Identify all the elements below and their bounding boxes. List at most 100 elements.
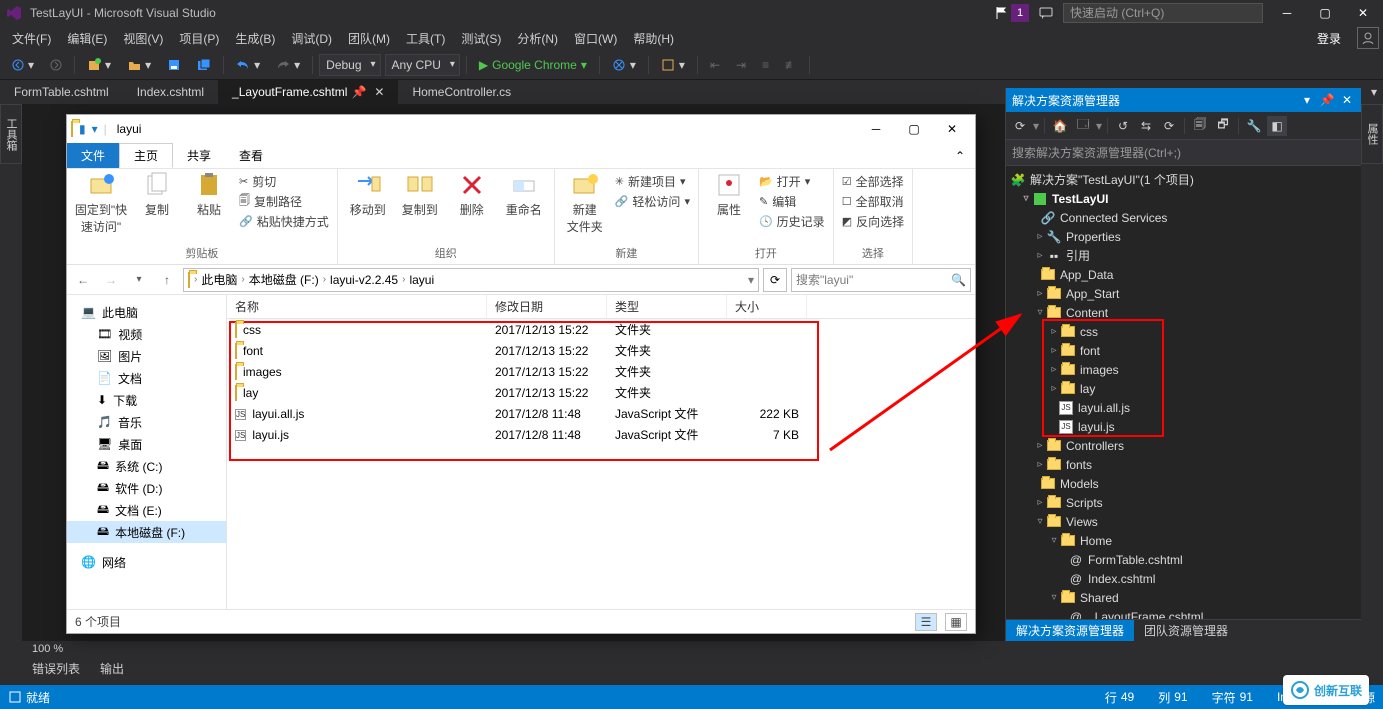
minimize-button[interactable]: ─ bbox=[1273, 3, 1301, 23]
menu-test[interactable]: 测试(S) bbox=[453, 28, 509, 49]
wrench-icon[interactable]: 🔧 bbox=[1244, 116, 1264, 136]
nav-network[interactable]: 🌐网络 bbox=[67, 551, 226, 573]
uncomment-button[interactable]: ≢ bbox=[779, 54, 803, 76]
menu-window[interactable]: 窗口(W) bbox=[566, 28, 625, 49]
menu-view[interactable]: 视图(V) bbox=[115, 28, 171, 49]
tool-icon-2[interactable]: ⇤ bbox=[704, 54, 726, 76]
show-all-icon[interactable]: ⟳ bbox=[1159, 116, 1179, 136]
tree-node[interactable]: ▹font bbox=[1006, 341, 1361, 360]
rename-button[interactable]: 重命名 bbox=[500, 171, 548, 218]
tree-node[interactable]: ▹Controllers bbox=[1006, 436, 1361, 455]
pane-dropdown-icon[interactable]: ▾ bbox=[1299, 92, 1315, 108]
pane-pin-icon[interactable]: 📌 bbox=[1319, 92, 1335, 108]
select-all-button[interactable]: ☑ 全部选择 bbox=[840, 171, 906, 191]
qat-icon[interactable]: ▮ bbox=[79, 122, 86, 136]
menu-team[interactable]: 团队(M) bbox=[340, 28, 398, 49]
ribbon-collapse-button[interactable]: ⌃ bbox=[945, 143, 975, 168]
solution-explorer-header[interactable]: 解决方案资源管理器 ▾ 📌 ✕ bbox=[1006, 88, 1361, 112]
maximize-button[interactable]: ▢ bbox=[1311, 3, 1339, 23]
ribbon-tab-home[interactable]: 主页 bbox=[119, 143, 173, 168]
tree-node[interactable]: JSlayui.js bbox=[1006, 417, 1361, 436]
thumbnails-view-button[interactable]: ▦ bbox=[945, 613, 967, 631]
col-name[interactable]: 名称 bbox=[227, 295, 487, 318]
undo-button[interactable]: ▾ bbox=[230, 54, 266, 76]
show-all-files-icon[interactable]: 🗐 bbox=[1190, 116, 1210, 136]
column-headers[interactable]: 名称 修改日期 类型 大小 bbox=[227, 295, 975, 319]
tree-node[interactable]: ▿Shared bbox=[1006, 588, 1361, 607]
tree-node[interactable]: ▹fonts bbox=[1006, 455, 1361, 474]
menu-file[interactable]: 文件(F) bbox=[4, 28, 59, 49]
pane-close-icon[interactable]: ✕ bbox=[1339, 92, 1355, 108]
file-row[interactable]: font2017/12/13 15:22文件夹 bbox=[227, 340, 975, 361]
home-icon[interactable]: ⟳ bbox=[1010, 116, 1030, 136]
chevron-down-icon[interactable]: ▾ bbox=[748, 273, 754, 287]
save-all-button[interactable] bbox=[191, 54, 217, 76]
nav-recent-button[interactable]: ▾ bbox=[127, 268, 151, 292]
ribbon-tab-view[interactable]: 查看 bbox=[225, 143, 277, 168]
new-project-button[interactable]: ▾ bbox=[81, 54, 117, 76]
tree-node-content[interactable]: ▿Content bbox=[1006, 303, 1361, 322]
comment-button[interactable]: ≡ bbox=[756, 54, 775, 76]
breadcrumb-bar[interactable]: ›此电脑 ›本地磁盘 (F:) ›layui-v2.2.45 ›layui ▾ bbox=[183, 268, 759, 292]
refresh-icon[interactable]: ↺ bbox=[1113, 116, 1133, 136]
nav-item[interactable]: 🖥桌面 bbox=[67, 433, 226, 455]
start-debug-button[interactable]: ▶ Google Chrome ▾ bbox=[473, 54, 593, 76]
sync-icon[interactable]: 🗔 bbox=[1073, 116, 1093, 136]
breadcrumb[interactable]: 本地磁盘 (F:) bbox=[249, 271, 319, 288]
nav-forward-button[interactable]: → bbox=[99, 268, 123, 292]
select-none-button[interactable]: ☐ 全部取消 bbox=[840, 191, 906, 211]
redo-button[interactable]: ▾ bbox=[270, 54, 306, 76]
sign-in-button[interactable]: 登录 bbox=[1307, 28, 1351, 49]
pin-to-quick-access-button[interactable]: 固定到"快 速访问" bbox=[73, 171, 129, 235]
explorer-search-input[interactable]: 搜索"layui"🔍 bbox=[791, 268, 971, 292]
toolbox-pane-tab[interactable]: 工具箱 bbox=[0, 104, 22, 164]
nav-item[interactable]: 📄文档 bbox=[67, 367, 226, 389]
solution-search-input[interactable]: 搜索解决方案资源管理器(Ctrl+;) bbox=[1006, 140, 1361, 166]
feedback-icon[interactable] bbox=[1039, 6, 1053, 20]
tree-node[interactable]: ▹▪▪引用 bbox=[1006, 246, 1361, 265]
browser-link-button[interactable]: ▾ bbox=[606, 54, 642, 76]
nav-item-selected[interactable]: 🖴本地磁盘 (F:) bbox=[67, 521, 226, 543]
explorer-nav-pane[interactable]: 💻此电脑 🎞视频 🖼图片 📄文档 ⬇下载 🎵音乐 🖥桌面 🖴系统 (C:) 🖴软… bbox=[67, 295, 227, 609]
zoom-level[interactable]: 100 % bbox=[22, 641, 73, 657]
breadcrumb[interactable]: layui-v2.2.45 bbox=[330, 273, 398, 287]
menu-build[interactable]: 生成(B) bbox=[227, 28, 283, 49]
config-dropdown[interactable]: Debug bbox=[319, 54, 380, 76]
copy-button[interactable]: 复制 bbox=[133, 171, 181, 218]
cut-button[interactable]: ✂ 剪切 bbox=[237, 171, 331, 191]
open-button[interactable]: 📂 打开 ▾ bbox=[757, 171, 827, 191]
tab-solution-explorer[interactable]: 解决方案资源管理器 bbox=[1006, 620, 1134, 641]
solution-tree[interactable]: 🧩解决方案"TestLayUI"(1 个项目) ▿TestLayUI 🔗Conn… bbox=[1006, 166, 1361, 619]
tab-index[interactable]: Index.cshtml bbox=[123, 80, 218, 104]
tree-node[interactable]: ▹images bbox=[1006, 360, 1361, 379]
minimize-button[interactable]: ─ bbox=[857, 117, 895, 141]
menu-tools[interactable]: 工具(T) bbox=[398, 28, 453, 49]
properties-icon[interactable]: 🗗 bbox=[1213, 116, 1233, 136]
preview-icon[interactable]: ◧ bbox=[1267, 116, 1287, 136]
nav-back-button[interactable]: ▾ bbox=[6, 54, 40, 76]
flag-icon[interactable]: 1 bbox=[995, 4, 1029, 22]
quick-launch-input[interactable]: 快速启动 (Ctrl+Q) bbox=[1063, 3, 1263, 23]
tree-node[interactable]: 🔗Connected Services bbox=[1006, 208, 1361, 227]
edit-button[interactable]: ✎ 编辑 bbox=[757, 191, 827, 211]
qat-icon[interactable]: ▾ bbox=[92, 122, 98, 136]
properties-pane-tab[interactable]: 属性 bbox=[1361, 104, 1383, 164]
nav-item[interactable]: 🖴软件 (D:) bbox=[67, 477, 226, 499]
tree-node[interactable]: @_LayoutFrame.cshtml bbox=[1006, 607, 1361, 619]
tree-node-solution[interactable]: 🧩解决方案"TestLayUI"(1 个项目) bbox=[1006, 170, 1361, 189]
tab-layoutframe[interactable]: _LayoutFrame.cshtml📌✕ bbox=[218, 80, 398, 104]
platform-dropdown[interactable]: Any CPU bbox=[385, 54, 460, 76]
file-row[interactable]: css2017/12/13 15:22文件夹 bbox=[227, 319, 975, 340]
tab-team-explorer[interactable]: 团队资源管理器 bbox=[1134, 620, 1238, 641]
output-tab[interactable]: 输出 bbox=[90, 658, 134, 679]
file-row[interactable]: lay2017/12/13 15:22文件夹 bbox=[227, 382, 975, 403]
collapse-icon[interactable]: ⇆ bbox=[1136, 116, 1156, 136]
tree-node[interactable]: ▹App_Start bbox=[1006, 284, 1361, 303]
new-folder-button[interactable]: 新建 文件夹 bbox=[561, 171, 609, 235]
tabs-overflow-button[interactable]: ▾ bbox=[1365, 80, 1383, 104]
tree-node[interactable]: @Index.cshtml bbox=[1006, 569, 1361, 588]
invert-selection-button[interactable]: ◩ 反向选择 bbox=[840, 211, 906, 231]
save-button[interactable] bbox=[161, 54, 187, 76]
history-button[interactable]: 🕓 历史记录 bbox=[757, 211, 827, 231]
move-to-button[interactable]: 移动到 bbox=[344, 171, 392, 218]
